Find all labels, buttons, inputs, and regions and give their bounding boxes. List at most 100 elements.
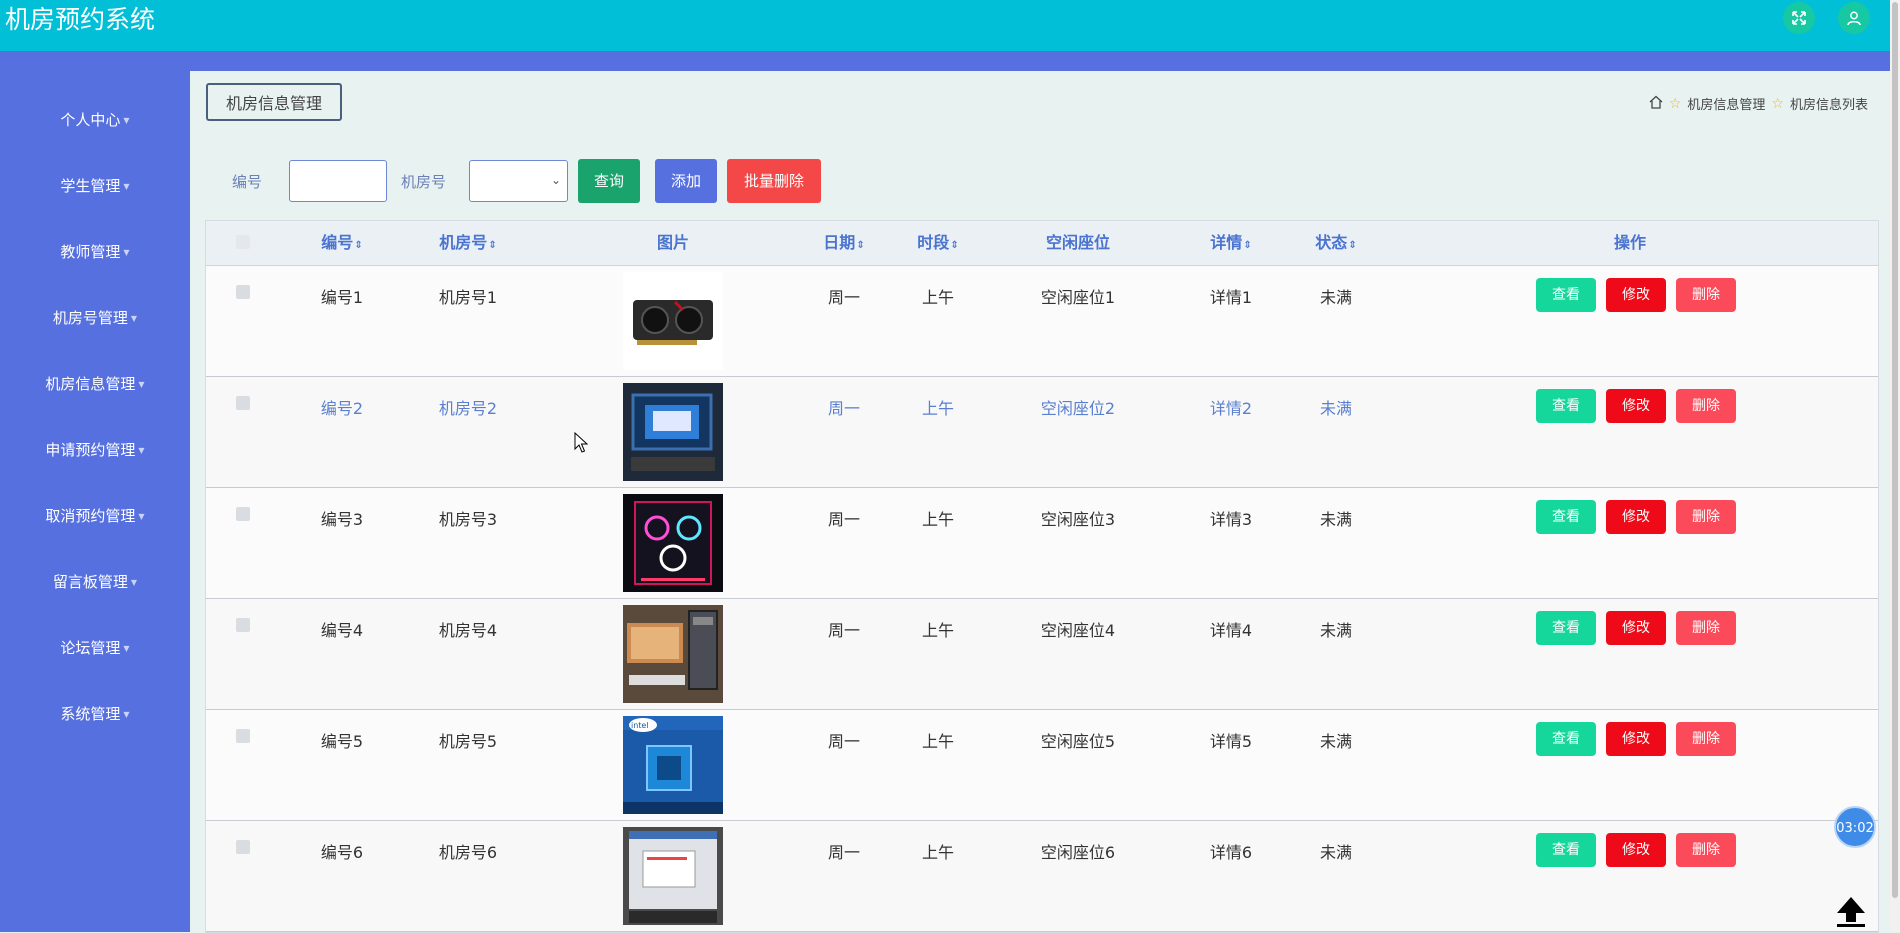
cell-bianhao: 编号6 [320, 843, 364, 862]
table-row[interactable]: 编号4 机房号4 周一 上午 空闲座位4 详情4 未满 查看 修改 删除 [206, 599, 1878, 710]
cell-bianhao: 编号4 [320, 621, 364, 640]
row-checkbox[interactable] [236, 396, 250, 410]
back-to-top-icon[interactable] [1833, 893, 1869, 929]
edit-button[interactable]: 修改 [1606, 611, 1666, 645]
cell-zuowei: 空闲座位4 [1040, 621, 1116, 640]
cell-bianhao: 编号5 [320, 732, 364, 751]
view-button[interactable]: 查看 [1536, 278, 1596, 312]
delete-button[interactable]: 删除 [1676, 611, 1736, 645]
room-image [623, 605, 723, 703]
jifanghao-label: 机房号 [401, 172, 447, 191]
edit-button[interactable]: 修改 [1606, 722, 1666, 756]
cell-jifanghao: 机房号5 [438, 732, 498, 751]
cell-shiduan: 上午 [921, 510, 955, 529]
user-icon[interactable] [1838, 2, 1870, 34]
table-header: 编号⇕ 机房号⇕ 图片 日期⇕ 时段⇕ 空闲座位 详情⇕ 状态⇕ 操作 [206, 221, 1878, 266]
sidebar-item-teachers[interactable]: 教师管理 ▼ [0, 240, 190, 264]
column-header-zhuangtai[interactable]: 状态⇕ [1315, 221, 1356, 265]
sidebar-item-forum[interactable]: 论坛管理 ▼ [0, 636, 190, 660]
row-checkbox[interactable] [236, 840, 250, 854]
cell-shiduan: 上午 [921, 399, 955, 418]
row-checkbox[interactable] [236, 285, 250, 299]
fullscreen-icon[interactable] [1783, 2, 1815, 34]
delete-button[interactable]: 删除 [1676, 833, 1736, 867]
cell-bianhao: 编号3 [320, 510, 364, 529]
column-header-zuowei: 空闲座位 [1045, 233, 1111, 252]
row-checkbox[interactable] [236, 729, 250, 743]
edit-button[interactable]: 修改 [1606, 500, 1666, 534]
column-header-riqi[interactable]: 日期⇕ [823, 221, 864, 265]
table-row[interactable]: 编号5 机房号5 周一 上午 空闲座位5 详情5 未满 intel 查看 修改 删除 [206, 710, 1878, 821]
sidebar-item-room-info[interactable]: 机房信息管理 ▼ [0, 372, 190, 396]
home-icon[interactable] [1649, 95, 1663, 113]
cell-zuowei: 空闲座位3 [1040, 510, 1116, 529]
table-row[interactable]: 编号1 机房号1 周一 上午 空闲座位1 详情1 未满 查看 修改 删除 [206, 266, 1878, 377]
breadcrumb-item[interactable]: 机房信息管理 [1687, 94, 1765, 113]
room-image [623, 827, 723, 925]
caret-down-icon: ▼ [123, 115, 130, 125]
jifanghao-select[interactable]: ⌄ [469, 160, 569, 202]
column-header-bianhao[interactable]: 编号⇕ [321, 221, 362, 265]
row-checkbox[interactable] [236, 507, 250, 521]
mouse-cursor-icon [574, 431, 589, 458]
bianhao-input[interactable] [289, 160, 388, 202]
table-row[interactable]: 编号3 机房号3 周一 上午 空闲座位3 详情3 未满 查看 修改 删除 [206, 488, 1878, 599]
sidebar-item-message-board[interactable]: 留言板管理 ▼ [0, 570, 190, 594]
edit-button[interactable]: 修改 [1606, 278, 1666, 312]
breadcrumb-item: 机房信息列表 [1789, 98, 1868, 113]
table-body: 编号1 机房号1 周一 上午 空闲座位1 详情1 未满 查看 修改 删除 编号2 机房号2 周一 上午 空闲… [206, 266, 1878, 932]
caret-down-icon: ▼ [138, 379, 145, 389]
sidebar-item-students[interactable]: 学生管理 ▼ [0, 174, 190, 198]
view-button[interactable]: 查看 [1536, 833, 1596, 867]
main-content: 机房信息管理 ☆ 机房信息管理 ☆ 机房信息列表 编号 机房号 ⌄ 查询 添加 … [190, 71, 1890, 933]
cell-jifanghao: 机房号4 [438, 621, 498, 640]
cell-shiduan: 上午 [921, 288, 955, 307]
cell-xiangqing: 详情1 [1209, 288, 1253, 307]
cell-jifanghao: 机房号6 [438, 843, 498, 862]
view-button[interactable]: 查看 [1536, 611, 1596, 645]
add-button[interactable]: 添加 [655, 159, 718, 203]
cell-bianhao: 编号2 [320, 399, 364, 418]
sidebar-item-personal-center[interactable]: 个人中心 ▼ [0, 108, 190, 132]
batch-delete-button[interactable]: 批量删除 [727, 159, 822, 203]
delete-button[interactable]: 删除 [1676, 278, 1736, 312]
select-all-checkbox[interactable] [236, 235, 250, 249]
section-title[interactable]: 机房信息管理 [206, 83, 342, 121]
app-title: 机房预约系统 [5, 5, 156, 34]
delete-button[interactable]: 删除 [1676, 722, 1736, 756]
cell-zuowei: 空闲座位5 [1040, 732, 1116, 751]
delete-button[interactable]: 删除 [1676, 389, 1736, 423]
sidebar-item-reservation-cancel[interactable]: 取消预约管理 ▼ [0, 504, 190, 528]
edit-button[interactable]: 修改 [1606, 389, 1666, 423]
sort-icon: ⇕ [1348, 240, 1357, 251]
view-button[interactable]: 查看 [1536, 500, 1596, 534]
cell-riqi: 周一 [827, 288, 861, 307]
sidebar-item-system[interactable]: 系统管理 ▼ [0, 702, 190, 726]
cell-zhuangtai: 未满 [1319, 621, 1353, 640]
column-header-image: 图片 [656, 233, 690, 252]
column-header-jifanghao[interactable]: 机房号⇕ [439, 221, 496, 265]
page-scrollbar[interactable] [1890, 0, 1900, 932]
delete-button[interactable]: 删除 [1676, 500, 1736, 534]
timer-badge[interactable]: 03:02 [1834, 806, 1876, 848]
sidebar-item-reservation-requests[interactable]: 申请预约管理 ▼ [0, 438, 190, 462]
sidebar-item-room-numbers[interactable]: 机房号管理 ▼ [0, 306, 190, 330]
sort-icon: ⇕ [488, 240, 497, 251]
sort-icon: ⇕ [950, 240, 959, 251]
cell-jifanghao: 机房号1 [438, 288, 498, 307]
table-row[interactable]: 编号2 机房号2 周一 上午 空闲座位2 详情2 未满 查看 修改 删除 [206, 377, 1878, 488]
column-header-shiduan[interactable]: 时段⇕ [917, 221, 958, 265]
scrollbar-thumb[interactable] [1892, 2, 1898, 898]
data-table: 编号⇕ 机房号⇕ 图片 日期⇕ 时段⇕ 空闲座位 详情⇕ 状态⇕ 操作 编号1 机… [205, 220, 1879, 933]
cell-riqi: 周一 [827, 732, 861, 751]
table-row[interactable]: 编号6 机房号6 周一 上午 空闲座位6 详情6 未满 查看 修改 删除 [206, 821, 1878, 932]
query-button[interactable]: 查询 [578, 159, 641, 203]
sort-icon: ⇕ [1243, 240, 1252, 251]
cell-jifanghao: 机房号2 [438, 399, 498, 418]
edit-button[interactable]: 修改 [1606, 833, 1666, 867]
view-button[interactable]: 查看 [1536, 389, 1596, 423]
view-button[interactable]: 查看 [1536, 722, 1596, 756]
column-header-xiangqing[interactable]: 详情⇕ [1210, 221, 1251, 265]
cell-shiduan: 上午 [921, 732, 955, 751]
row-checkbox[interactable] [236, 618, 250, 632]
